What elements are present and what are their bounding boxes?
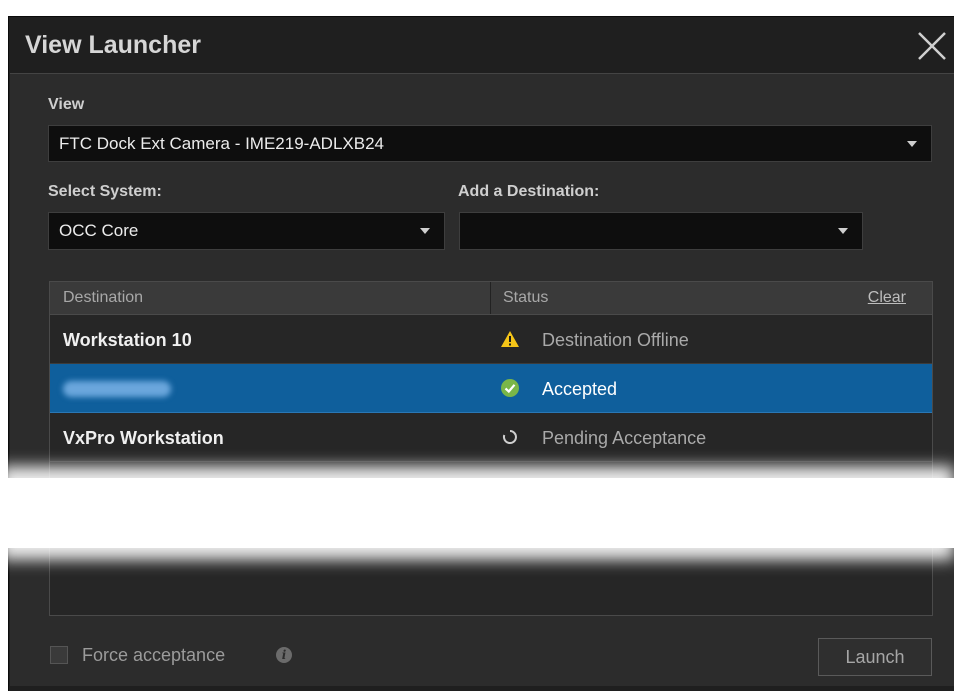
destination-table: Destination Status Clear Workstation 10 … (49, 281, 933, 616)
add-destination-label: Add a Destination: (458, 183, 600, 200)
system-select[interactable]: OCC Core (48, 212, 445, 250)
view-label: View (48, 96, 85, 113)
table-header: Destination Status Clear (50, 282, 932, 315)
close-icon[interactable] (911, 23, 951, 67)
header-status[interactable]: Status (503, 289, 548, 307)
chevron-down-icon (838, 228, 848, 234)
warning-icon (500, 329, 520, 349)
view-launcher-dialog: View Launcher View FTC Dock Ext Camera -… (8, 16, 954, 691)
screenshot-torn-edge (0, 478, 954, 548)
check-circle-icon (500, 378, 520, 398)
select-system-label: Select System: (48, 183, 162, 200)
force-acceptance-checkbox[interactable] (50, 646, 68, 664)
header-destination[interactable]: Destination (63, 289, 143, 307)
view-select[interactable]: FTC Dock Ext Camera - IME219-ADLXB24 (48, 125, 932, 162)
redacted-destination-name (63, 381, 171, 397)
chevron-down-icon (907, 141, 917, 147)
force-acceptance-label[interactable]: Force acceptance (82, 645, 225, 666)
system-select-value: OCC Core (59, 221, 139, 240)
dialog-title: View Launcher (25, 31, 201, 59)
info-icon[interactable]: i (276, 647, 292, 663)
view-select-value: FTC Dock Ext Camera - IME219-ADLXB24 (59, 134, 384, 153)
title-bar: View Launcher (9, 17, 954, 73)
destination-name: VxPro Workstation (63, 428, 224, 448)
table-row[interactable]: Accepted (50, 364, 932, 413)
chevron-down-icon (420, 228, 430, 234)
spinner-icon (500, 427, 520, 447)
launch-button[interactable]: Launch (818, 638, 932, 676)
status-text: Accepted (542, 379, 618, 399)
dialog-body: View FTC Dock Ext Camera - IME219-ADLXB2… (10, 73, 954, 686)
status-text: Pending Acceptance (542, 428, 707, 448)
destination-select[interactable] (459, 212, 863, 250)
column-divider (490, 282, 491, 314)
status-text: Destination Offline (542, 330, 689, 350)
clear-link[interactable]: Clear (868, 289, 906, 307)
table-row[interactable]: Workstation 10 Destination Offline (50, 315, 932, 364)
table-row[interactable]: VxPro Workstation Pending Acceptance (50, 413, 932, 462)
destination-name: Workstation 10 (63, 330, 192, 350)
